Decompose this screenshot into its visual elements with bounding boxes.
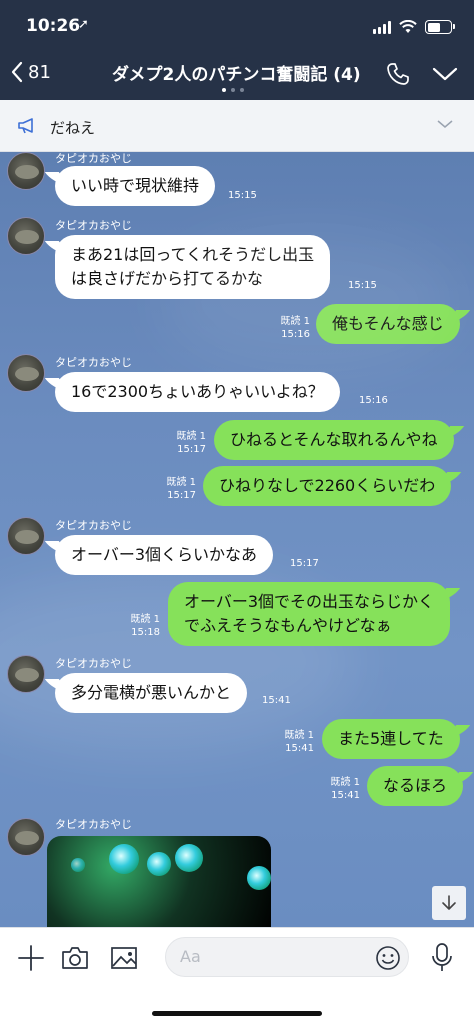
message-bubble[interactable]: いい時で現状維持 bbox=[55, 166, 216, 206]
read-receipt: 既読 1 15:41 bbox=[320, 776, 360, 802]
avatar[interactable] bbox=[7, 152, 45, 190]
back-button[interactable]: 81 bbox=[10, 60, 51, 84]
avatar[interactable] bbox=[7, 354, 45, 392]
megaphone-icon bbox=[18, 118, 33, 134]
message-bubble[interactable]: また5連してた bbox=[322, 719, 460, 759]
sender-name: タピオカおやじ bbox=[55, 152, 132, 165]
sender-name: タピオカおやじ bbox=[55, 219, 132, 232]
message-time: 15:17 bbox=[177, 444, 206, 455]
input-placeholder: Aa bbox=[180, 947, 201, 966]
chat-header: 10:26 ➚ 81 ダメプ2人のパチンコ奮闘記 (4) bbox=[0, 0, 474, 100]
message-bubble[interactable]: 16で2300ちょいありゃいいよね？ bbox=[55, 372, 340, 412]
read-receipt: 既読 1 15:41 bbox=[274, 729, 314, 755]
home-indicator bbox=[152, 1011, 322, 1016]
chevron-down-icon[interactable] bbox=[432, 66, 458, 82]
message-time: 15:17 bbox=[167, 490, 196, 501]
read-receipt: 既読 1 15:16 bbox=[270, 315, 310, 341]
message-bubble[interactable]: ひねるとそんな取れるんやね bbox=[214, 420, 454, 460]
read-label: 既読 1 bbox=[284, 730, 314, 741]
status-icons bbox=[373, 18, 455, 36]
message-time: 15:41 bbox=[262, 695, 291, 706]
chevron-down-icon[interactable] bbox=[437, 119, 453, 129]
chat-area[interactable]: いい時で現状維持 15:15 タピオカおやじ まあ21は回ってくれそうだし出玉 … bbox=[0, 152, 474, 927]
emoji-icon[interactable] bbox=[374, 944, 402, 972]
message-time: 15:16 bbox=[281, 329, 310, 340]
read-label: 既読 1 bbox=[280, 316, 310, 327]
sender-name: タピオカおやじ bbox=[55, 657, 132, 670]
read-receipt: 既読 1 15:17 bbox=[166, 430, 206, 456]
arrow-down-icon bbox=[442, 895, 456, 910]
read-label: 既読 1 bbox=[176, 431, 206, 442]
sender-name: タピオカおやじ bbox=[55, 818, 132, 831]
avatar[interactable] bbox=[7, 217, 45, 255]
microphone-icon[interactable] bbox=[430, 942, 454, 974]
message-bubble[interactable]: オーバー3個でその出玉ならじかく でふえそうなもんやけどなぁ bbox=[168, 582, 451, 646]
read-receipt: 既読 1 15:17 bbox=[156, 476, 196, 502]
phone-icon[interactable] bbox=[386, 62, 410, 86]
location-arrow-icon: ➚ bbox=[78, 17, 89, 32]
message-line: まあ21は回ってくれそうだし出玉 bbox=[71, 245, 315, 264]
wifi-icon bbox=[399, 20, 417, 33]
message-time: 15:17 bbox=[290, 558, 319, 569]
avatar[interactable] bbox=[7, 517, 45, 555]
announcement-bar[interactable]: だねえ bbox=[0, 100, 474, 152]
message-time: 15:16 bbox=[359, 395, 388, 406]
sender-name: タピオカおやじ bbox=[55, 356, 132, 369]
read-label: 既読 1 bbox=[330, 777, 360, 788]
message-composer: Aa bbox=[0, 927, 474, 1024]
message-time: 15:18 bbox=[131, 627, 160, 638]
message-bubble[interactable]: ひねりなしで2260くらいだわ bbox=[203, 466, 452, 506]
scroll-to-bottom-button[interactable] bbox=[432, 886, 466, 920]
unread-count: 81 bbox=[28, 61, 51, 83]
shared-photo[interactable] bbox=[47, 836, 271, 927]
avatar[interactable] bbox=[7, 818, 45, 856]
message-line: でふえそうなもんやけどなぁ bbox=[184, 616, 392, 635]
image-icon[interactable] bbox=[110, 945, 138, 971]
read-receipt: 既読 1 15:18 bbox=[120, 613, 160, 639]
camera-icon[interactable] bbox=[61, 945, 89, 971]
message-time: 15:15 bbox=[228, 190, 257, 201]
read-label: 既読 1 bbox=[166, 477, 196, 488]
chevron-left-icon bbox=[11, 61, 23, 83]
message-time: 15:15 bbox=[348, 280, 377, 291]
status-time: 10:26 bbox=[26, 16, 81, 36]
message-bubble[interactable]: 俺もそんな感じ bbox=[316, 304, 460, 344]
message-line: オーバー3個でその出玉ならじかく bbox=[184, 592, 435, 611]
announcement-text: だねえ bbox=[50, 119, 96, 137]
signal-icon bbox=[373, 20, 391, 34]
chat-title: ダメプ2人のパチンコ奮闘記 (4) bbox=[112, 65, 361, 85]
message-time: 15:41 bbox=[331, 790, 360, 801]
message-bubble[interactable]: オーバー3個くらいかなあ bbox=[55, 535, 274, 575]
battery-icon bbox=[425, 20, 455, 34]
message-time: 15:41 bbox=[285, 743, 314, 754]
message-bubble[interactable]: なるほろ bbox=[367, 766, 464, 806]
plus-icon[interactable] bbox=[17, 944, 45, 972]
message-input[interactable]: Aa bbox=[165, 937, 409, 977]
message-line: は良さげだから打てるかな bbox=[71, 269, 264, 288]
message-bubble[interactable]: まあ21は回ってくれそうだし出玉 は良さげだから打てるかな bbox=[55, 235, 331, 299]
avatar[interactable] bbox=[7, 655, 45, 693]
read-label: 既読 1 bbox=[130, 614, 160, 625]
sender-name: タピオカおやじ bbox=[55, 519, 132, 532]
message-bubble[interactable]: 多分電横が悪いんかと bbox=[55, 673, 248, 713]
page-indicator bbox=[222, 88, 244, 92]
